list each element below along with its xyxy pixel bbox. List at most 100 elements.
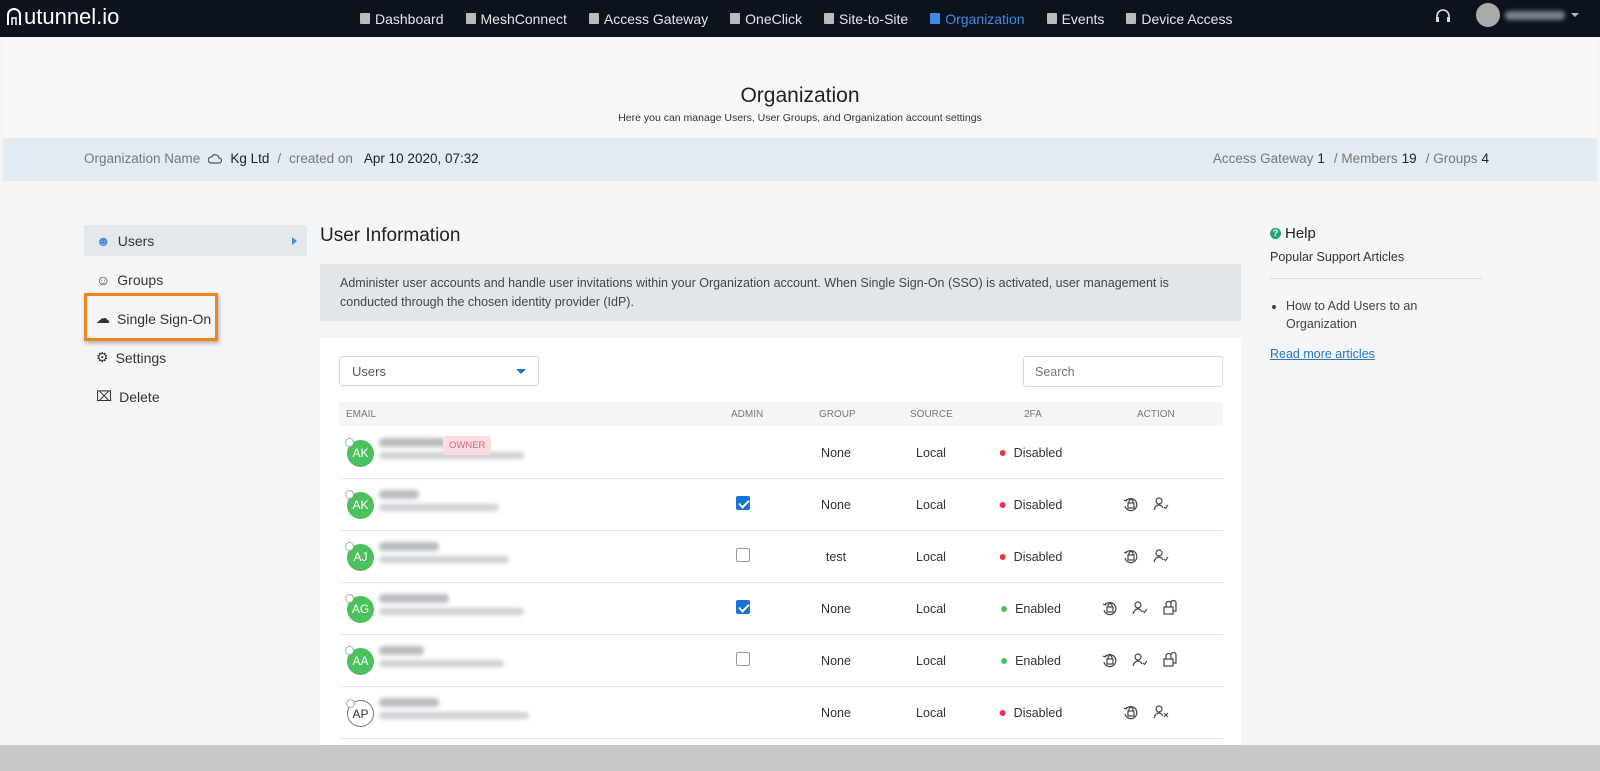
- mesh-icon: [465, 13, 476, 24]
- nav-access-gateway[interactable]: Access Gateway: [588, 10, 709, 27]
- nav-label: Dashboard: [375, 10, 444, 27]
- user-check-icon[interactable]: [1131, 651, 1149, 672]
- status-dot: [999, 710, 1006, 716]
- reset-2fa-icon[interactable]: [1122, 547, 1140, 568]
- twofa-status: Disabled: [1013, 550, 1063, 564]
- sidebar-item-delete[interactable]: ⌧ Delete: [84, 381, 307, 412]
- group-cell: None: [821, 706, 851, 720]
- sidebar-label: Users: [117, 232, 155, 249]
- group-cell: test: [825, 550, 847, 564]
- user-x-icon[interactable]: [1152, 703, 1170, 724]
- nav-oneclick[interactable]: OneClick: [730, 11, 802, 27]
- section-title: User Information: [320, 225, 461, 246]
- user-name-blurred[interactable]: [1505, 11, 1565, 20]
- status-dot: [999, 450, 1006, 456]
- admin-checkbox[interactable]: [736, 548, 750, 562]
- created-label: created on: [289, 151, 353, 166]
- col-group: GROUP: [819, 409, 856, 420]
- org-name-label: Organization Name: [84, 151, 201, 166]
- sidebar-item-settings[interactable]: ⚙ Settings: [84, 342, 307, 373]
- status-dot: [999, 554, 1006, 560]
- reset-2fa-icon[interactable]: [1101, 599, 1119, 620]
- help-panel: ? Help Popular Support Articles How to Ad…: [1270, 225, 1482, 361]
- table-row: AP None Local Disabled: [339, 687, 1223, 739]
- user-check-icon[interactable]: [1131, 599, 1149, 620]
- gear-icon: ⚙: [96, 349, 109, 365]
- group-cell: None: [821, 446, 851, 460]
- read-more-link[interactable]: Read more articles: [1270, 347, 1482, 361]
- group-cell: None: [821, 602, 851, 616]
- twofa-status: Enabled: [1015, 654, 1061, 668]
- action-buttons: [1122, 495, 1170, 516]
- user-check-icon[interactable]: [1152, 547, 1170, 568]
- support-headset-icon[interactable]: [1433, 7, 1453, 27]
- twofa-cell: Disabled: [999, 498, 1062, 512]
- blurred-email: [379, 608, 524, 615]
- gateway-count: 1: [1317, 151, 1325, 166]
- help-subtitle: Popular Support Articles: [1270, 250, 1482, 279]
- admin-checkbox[interactable]: [736, 496, 750, 510]
- sidebar-item-users[interactable]: ☻ Users: [84, 225, 307, 256]
- action-buttons: [1101, 599, 1179, 620]
- users-icon: ☺: [96, 271, 111, 288]
- table-row: AK OWNER None Local Disabled: [339, 427, 1223, 479]
- table-header: EMAIL ADMIN GROUP SOURCE 2FA ACTION: [339, 402, 1223, 426]
- action-buttons: [1122, 547, 1170, 568]
- main-content: User Information Administer user account…: [320, 225, 1241, 748]
- sidebar-item-groups[interactable]: ☺ Groups: [84, 264, 307, 295]
- lock-icon[interactable]: [1161, 599, 1179, 620]
- col-2fa: 2FA: [1024, 409, 1042, 420]
- nav-label: Access Gateway: [603, 10, 709, 27]
- user-avatar[interactable]: [1476, 3, 1500, 27]
- admin-checkbox[interactable]: [736, 652, 750, 666]
- user-check-icon[interactable]: [1152, 495, 1170, 516]
- delete-box-icon: ⌧: [96, 388, 113, 404]
- action-buttons: [1101, 651, 1179, 672]
- source-cell: Local: [916, 498, 946, 512]
- nav-meshconnect[interactable]: MeshConnect: [465, 11, 567, 27]
- avatar: AK: [345, 438, 374, 467]
- grid-icon: [730, 13, 741, 24]
- blurred-name: [379, 542, 439, 551]
- twofa-cell: Enabled: [1001, 602, 1061, 616]
- horizontal-scrollbar[interactable]: [0, 745, 1600, 771]
- source-cell: Local: [916, 446, 946, 460]
- nav-dashboard[interactable]: Dashboard: [360, 11, 444, 27]
- gateway-icon: [588, 13, 599, 24]
- reset-2fa-icon[interactable]: [1122, 703, 1140, 724]
- blurred-email: [379, 712, 529, 719]
- status-dot: [999, 502, 1006, 508]
- logo[interactable]: utunnel.io: [6, 4, 119, 30]
- action-buttons: [1122, 703, 1170, 724]
- nav-organization[interactable]: Organization: [930, 11, 1025, 27]
- sidebar-label: Settings: [115, 349, 167, 366]
- avatar: AK: [345, 490, 374, 519]
- table-row: AJ test Local Disabled: [339, 531, 1223, 583]
- sidebar-label: Groups: [117, 271, 164, 288]
- cloud-icon: [208, 154, 223, 164]
- status-dot: [1001, 606, 1008, 612]
- sidebar-label: Delete: [119, 388, 160, 405]
- blurred-name: [379, 698, 439, 707]
- groups-label: / Groups: [1425, 151, 1478, 166]
- nav-label: Device Access: [1141, 10, 1233, 27]
- chevron-down-icon[interactable]: [1571, 13, 1579, 17]
- nav-site-to-site[interactable]: Site-to-Site: [823, 11, 908, 27]
- help-title: Help: [1285, 225, 1316, 242]
- lock-icon[interactable]: [1161, 651, 1179, 672]
- group-cell: None: [821, 654, 851, 668]
- search-input[interactable]: [1023, 356, 1223, 387]
- created-date: Apr 10 2020, 07:32: [363, 151, 479, 166]
- source-cell: Local: [916, 654, 946, 668]
- nav-events[interactable]: Events: [1046, 11, 1104, 27]
- admin-checkbox[interactable]: [736, 600, 750, 614]
- reset-2fa-icon[interactable]: [1122, 495, 1140, 516]
- help-article-link[interactable]: How to Add Users to an Organization: [1286, 297, 1482, 333]
- page-subtitle: Here you can manage Users, User Groups, …: [618, 112, 982, 124]
- user-type-select[interactable]: Users: [339, 356, 539, 386]
- nav-device-access[interactable]: Device Access: [1126, 11, 1232, 27]
- groups-count: 4: [1481, 151, 1489, 166]
- info-notice: Administer user accounts and handle user…: [320, 264, 1241, 321]
- blurred-name: [379, 438, 449, 447]
- reset-2fa-icon[interactable]: [1101, 651, 1119, 672]
